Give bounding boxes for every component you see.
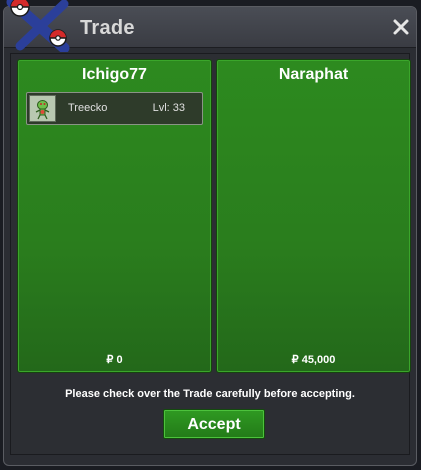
pokemon-level: Lvl: 33 (152, 102, 185, 114)
accept-button[interactable]: Accept (163, 409, 265, 439)
close-icon[interactable] (392, 18, 410, 36)
my-offer-panel: Ichigo77 Treecko Lvl: 33 ₽ 0 (17, 59, 212, 373)
window-title: Trade (80, 17, 135, 39)
trade-notice: Please check over the Trade carefully be… (65, 388, 355, 400)
offered-pokemon-item[interactable]: Treecko Lvl: 33 (26, 92, 203, 125)
pokemon-name: Treecko (68, 102, 108, 114)
pokeball-logo-icon (6, 0, 72, 54)
trade-content: Ichigo77 Treecko Lvl: 33 ₽ 0 Naraphat ₽ … (10, 53, 411, 455)
partner-offer-panel: Naraphat ₽ 45,000 (216, 59, 411, 373)
partner-name: Naraphat (278, 66, 349, 83)
player-name: Ichigo77 (82, 66, 147, 83)
trade-window: Trade Ichigo77 Treecko Lvl: 33 ₽ 0 Narap… (3, 6, 417, 466)
partner-money-offer: ₽ 45,000 (291, 354, 336, 366)
money-offer: ₽ 0 (106, 354, 123, 366)
treecko-sprite-icon (29, 95, 56, 122)
